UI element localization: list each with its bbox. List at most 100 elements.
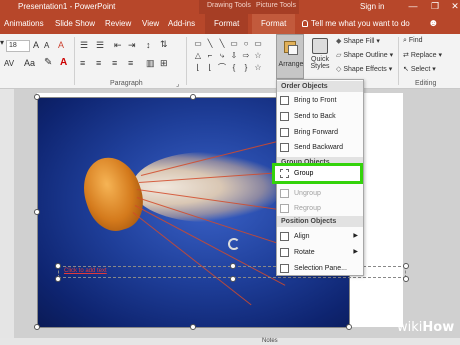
group-item-highlighted[interactable]: Group — [272, 163, 363, 184]
group-icon — [280, 169, 289, 178]
tab-slide-show[interactable]: Slide Show — [55, 19, 95, 28]
shape-icon: ⤷ — [219, 51, 225, 60]
slide-thumbnails-pane[interactable] — [0, 89, 14, 338]
arrange-button[interactable]: Arrange — [276, 34, 304, 79]
align-center-icon[interactable]: ≡ — [96, 58, 101, 68]
select-button[interactable]: ↖ Select ▾ — [403, 65, 436, 73]
resize-handle[interactable] — [34, 324, 40, 330]
tab-view[interactable]: View — [142, 19, 159, 28]
divider — [186, 37, 187, 85]
resize-handle[interactable] — [34, 209, 40, 215]
numbering-icon[interactable]: ☰ — [96, 40, 104, 51]
shape-outline-button[interactable]: ▱ Shape Outline ▾ — [336, 51, 393, 59]
shape-icon: } — [244, 63, 248, 72]
resize-handle[interactable] — [346, 324, 352, 330]
find-button[interactable]: ⌕ Find — [403, 37, 423, 45]
divider — [74, 37, 75, 85]
close-icon[interactable]: ✕ — [440, 0, 460, 14]
group-item[interactable]: Group — [277, 167, 357, 180]
tab-review[interactable]: Review — [105, 19, 131, 28]
ungroup-icon — [280, 189, 289, 198]
bring-to-front-item[interactable]: Bring to Front — [277, 94, 363, 107]
replace-button[interactable]: ⇄ Replace ▾ — [403, 51, 442, 59]
text-direction-icon[interactable]: ⇅ — [160, 39, 168, 50]
shape-icon: ╲ — [219, 39, 225, 48]
align-item[interactable]: Align ▶ — [277, 230, 363, 243]
align-left-icon[interactable]: ≡ — [80, 58, 85, 68]
shape-effects-button[interactable]: ◇ Shape Effects ▾ — [336, 65, 392, 73]
tell-me-text: Tell me what you want to do — [311, 19, 410, 28]
bullets-icon[interactable]: ☰ — [80, 40, 88, 51]
shape-icon: ☆ — [254, 63, 262, 72]
resize-handle[interactable] — [190, 324, 196, 330]
bring-forward-item[interactable]: Bring Forward — [277, 126, 363, 139]
font-name-dropdown[interactable]: ▾ — [0, 38, 4, 47]
submenu-arrow-icon: ▶ — [353, 233, 358, 239]
shape-icon: ╲ — [207, 39, 213, 48]
quick-styles-button[interactable]: Quick Styles — [305, 36, 335, 80]
decrease-indent-icon[interactable]: ⇤ — [114, 40, 122, 51]
submenu-arrow-icon: ▶ — [353, 249, 358, 255]
selection-pane-icon — [280, 264, 289, 273]
shapes-gallery[interactable]: ▭ ╲ ╲ ▭ ○ ▭ △ ⌐ ⤷ ⇩ ⇨ ☆ ⌊ ⌊ ⌒ {} ☆ — [192, 38, 272, 76]
shape-fill-button[interactable]: ◆ Shape Fill ▾ — [336, 37, 380, 45]
shape-icon: ⇨ — [242, 51, 250, 60]
columns-icon[interactable]: ▥ — [146, 58, 155, 69]
shape-icon: ⌐ — [207, 51, 213, 60]
divider — [398, 37, 399, 85]
ungroup-item[interactable]: Ungroup — [277, 187, 363, 200]
send-to-back-item[interactable]: Send to Back — [277, 110, 363, 123]
resize-handle[interactable] — [403, 263, 409, 269]
tab-format-drawing[interactable]: Format — [205, 14, 249, 34]
resize-handle[interactable] — [230, 263, 236, 269]
font-size-box[interactable]: 18 — [6, 40, 30, 52]
rotate-item[interactable]: Rotate ▶ — [277, 246, 363, 259]
font-color-icon[interactable]: A — [60, 57, 67, 68]
resize-handle[interactable] — [55, 263, 61, 269]
picture-tools-label: Picture Tools — [256, 2, 296, 9]
line-spacing-icon[interactable]: ↕ — [146, 40, 151, 50]
shape-icon: ▭ — [194, 39, 202, 48]
resize-handle[interactable] — [403, 276, 409, 282]
tell-me-box[interactable]: Tell me what you want to do — [302, 19, 410, 28]
status-bar: Notes — [0, 338, 460, 345]
shape-icon: ▭ — [230, 39, 238, 48]
highlight-icon[interactable]: ✎ — [44, 57, 52, 68]
grow-font-icon[interactable]: A — [33, 40, 39, 50]
selection-pane-item[interactable]: Selection Pane... — [277, 262, 363, 275]
resize-handle[interactable] — [34, 94, 40, 100]
rotate-handle-icon[interactable] — [228, 238, 240, 250]
justify-icon[interactable]: ≡ — [128, 58, 133, 68]
char-spacing-icon[interactable]: AV — [4, 59, 14, 68]
clear-format-icon[interactable]: A — [58, 40, 64, 50]
ribbon-tabs: Animations Slide Show Review View Add-in… — [0, 14, 460, 34]
tab-format-picture[interactable]: Format — [252, 14, 296, 34]
wikihow-watermark: wikiHow — [397, 320, 455, 335]
shape-icon: ⌊ — [196, 63, 200, 72]
align-icon — [280, 232, 289, 241]
align-right-icon[interactable]: ≡ — [112, 58, 117, 68]
send-backward-item[interactable]: Send Backward — [277, 141, 363, 154]
change-case-icon[interactable]: Aa — [24, 58, 35, 68]
shape-icon: { — [232, 63, 236, 72]
resize-handle[interactable] — [190, 94, 196, 100]
share-icon[interactable]: ☻ — [428, 18, 439, 29]
paragraph-group-label: Paragraph — [110, 80, 143, 87]
window-title: Presentation1 - PowerPoint — [18, 2, 116, 11]
tab-add-ins[interactable]: Add-ins — [168, 19, 195, 28]
paragraph-launcher-icon[interactable]: ⌟ — [176, 80, 179, 88]
title-bar: Presentation1 - PowerPoint Drawing Tools… — [0, 0, 460, 14]
sign-in-link[interactable]: Sign in — [360, 2, 384, 11]
rotate-icon — [280, 248, 289, 257]
regroup-item[interactable]: Regroup — [277, 202, 363, 215]
send-backward-icon — [280, 143, 289, 152]
arrange-icon-back — [288, 45, 298, 55]
notes-button[interactable]: Notes — [262, 338, 278, 344]
resize-handle[interactable] — [230, 276, 236, 282]
increase-indent-icon[interactable]: ⇥ — [128, 40, 136, 51]
tab-animations[interactable]: Animations — [4, 19, 44, 28]
smartart-icon[interactable]: ⊞ — [160, 58, 168, 69]
resize-handle[interactable] — [55, 276, 61, 282]
shape-icon: ☆ — [254, 51, 262, 60]
shrink-font-icon[interactable]: A — [44, 41, 49, 50]
